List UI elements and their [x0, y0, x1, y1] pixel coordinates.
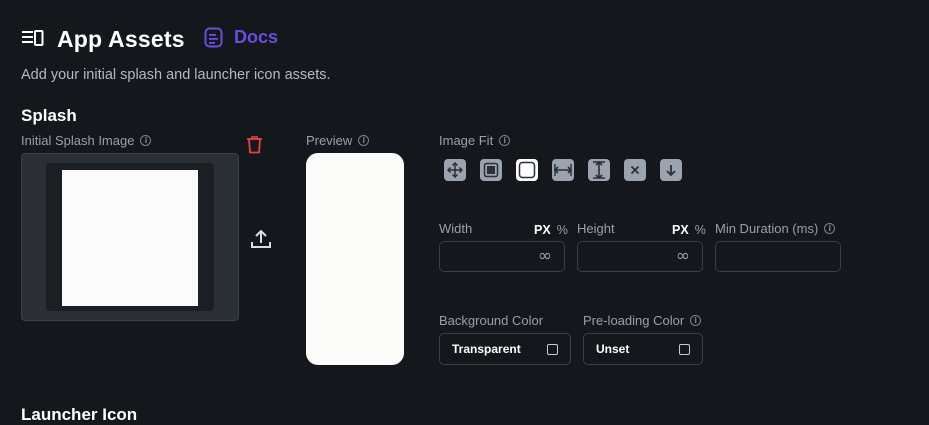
document-icon	[204, 27, 223, 48]
upload-button[interactable]	[250, 228, 272, 250]
info-icon[interactable]: i	[140, 135, 152, 146]
preloading-color-picker[interactable]: Unset	[583, 333, 703, 365]
launcher-icon-section-title: Launcher Icon	[21, 405, 138, 424]
preview-label-text: Preview	[306, 133, 353, 148]
fit-contain-button[interactable]	[480, 159, 502, 181]
width-label: Width	[439, 221, 473, 236]
docs-link[interactable]: Docs	[204, 27, 278, 48]
initial-splash-image-label: Initial Splash Image i	[21, 133, 152, 148]
info-icon[interactable]: i	[499, 135, 511, 146]
upload-icon	[251, 230, 271, 248]
delete-image-button[interactable]	[246, 135, 263, 154]
color-swatch-icon	[547, 343, 558, 355]
preview-label: Preview i	[306, 133, 370, 148]
contain-square-icon	[483, 162, 499, 178]
unit-px-option[interactable]: PX	[534, 223, 551, 237]
width-unit-toggle[interactable]: PX%	[534, 221, 568, 239]
fit-scale-down-button[interactable]	[660, 159, 682, 181]
page-subtitle: Add your initial splash and launcher ico…	[21, 67, 331, 83]
close-x-icon	[630, 165, 640, 175]
fit-fill-button[interactable]	[624, 159, 646, 181]
splash-image-frame	[46, 163, 214, 311]
fit-height-button[interactable]	[588, 159, 610, 181]
preloading-color-label: Pre-loading Color i	[583, 313, 702, 328]
fit-cover-button[interactable]	[516, 159, 538, 181]
cover-square-icon	[518, 161, 536, 179]
unit-percent-option[interactable]: %	[557, 223, 568, 237]
trash-icon	[247, 136, 262, 154]
image-fit-label: Image Fit i	[439, 133, 511, 148]
info-icon[interactable]: i	[358, 135, 370, 146]
splash-image	[62, 170, 198, 306]
docs-label: Docs	[234, 27, 279, 47]
image-fit-label-text: Image Fit	[439, 133, 494, 148]
height-label: Height	[577, 221, 615, 236]
splash-image-dropzone[interactable]	[21, 153, 239, 321]
min-duration-input[interactable]	[715, 241, 841, 272]
unit-percent-option[interactable]: %	[695, 223, 706, 237]
menu-toggle-icon[interactable]	[22, 30, 44, 48]
width-input[interactable]: ∞	[439, 241, 565, 272]
splash-preview	[306, 153, 404, 365]
background-color-picker[interactable]: Transparent	[439, 333, 571, 365]
min-duration-label-text: Min Duration (ms)	[715, 221, 819, 236]
background-color-value: Transparent	[452, 342, 521, 356]
arrow-down-icon	[666, 165, 676, 177]
width-value: ∞	[537, 246, 552, 266]
initial-splash-image-label-text: Initial Splash Image	[21, 133, 135, 148]
height-unit-toggle[interactable]: PX%	[672, 221, 706, 239]
vertical-arrows-icon	[593, 161, 605, 179]
splash-section-title: Splash	[21, 106, 77, 125]
background-color-label: Background Color	[439, 313, 544, 328]
info-icon[interactable]: i	[824, 223, 836, 234]
min-duration-label: Min Duration (ms) i	[715, 221, 836, 236]
preloading-color-value: Unset	[596, 342, 630, 356]
height-value: ∞	[675, 246, 690, 266]
horizontal-arrows-icon	[554, 164, 572, 176]
move-arrows-icon	[447, 162, 463, 178]
fit-none-button[interactable]	[444, 159, 466, 181]
preloading-color-label-text: Pre-loading Color	[583, 313, 685, 328]
unit-px-option[interactable]: PX	[672, 223, 689, 237]
page-title: App Assets	[57, 26, 185, 52]
fit-width-button[interactable]	[552, 159, 574, 181]
info-icon[interactable]: i	[690, 315, 702, 326]
color-swatch-icon	[679, 343, 690, 355]
height-input[interactable]: ∞	[577, 241, 703, 272]
